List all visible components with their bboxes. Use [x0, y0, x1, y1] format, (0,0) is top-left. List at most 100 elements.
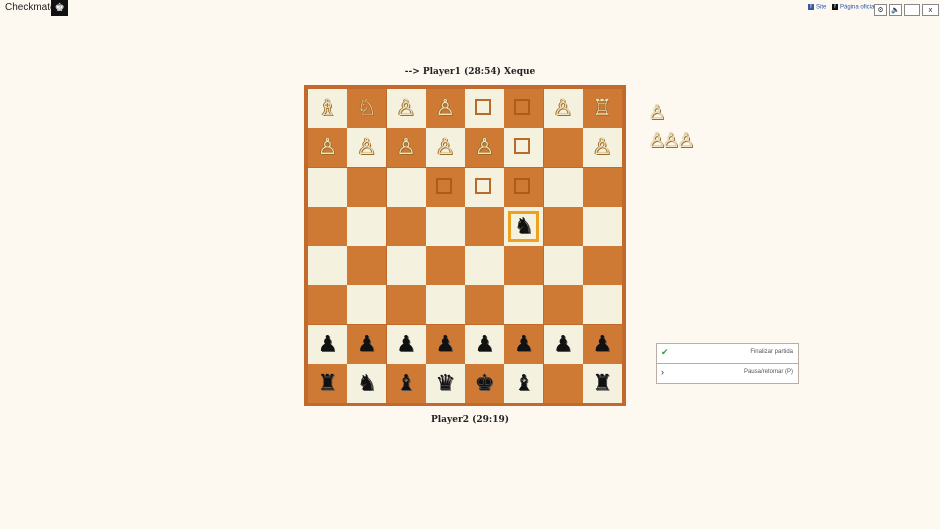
square-f4[interactable] — [504, 246, 544, 285]
square-d4[interactable] — [425, 246, 465, 285]
white-pawn-piece[interactable]: ♙ — [544, 89, 583, 128]
black-rook-piece[interactable]: ♜ — [308, 364, 347, 403]
square-b7[interactable]: ♙ — [347, 128, 387, 168]
square-g6[interactable] — [543, 167, 583, 207]
black-bishop-piece[interactable]: ♝ — [504, 364, 543, 403]
black-rook-piece[interactable]: ♜ — [583, 364, 622, 403]
square-b2[interactable]: ♟ — [347, 324, 387, 364]
square-a1[interactable]: ♜ — [308, 363, 347, 403]
square-d6[interactable] — [425, 167, 465, 207]
square-a4[interactable] — [308, 246, 347, 285]
square-e8[interactable] — [465, 89, 504, 128]
white-pawn-piece[interactable]: ♙ — [308, 128, 347, 167]
square-h8[interactable]: ♖ — [582, 89, 622, 128]
square-g4[interactable] — [543, 246, 583, 285]
square-f3[interactable] — [504, 285, 544, 325]
square-e7[interactable]: ♙ — [465, 128, 504, 168]
black-pawn-piece[interactable]: ♟ — [308, 325, 347, 364]
square-g2[interactable]: ♟ — [543, 324, 583, 364]
square-g7[interactable] — [543, 128, 583, 168]
square-g5[interactable] — [543, 206, 583, 246]
white-pawn-piece[interactable]: ♙ — [583, 128, 622, 167]
square-b4[interactable] — [347, 246, 387, 285]
black-queen-piece[interactable]: ♛ — [426, 364, 465, 403]
site-link[interactable]: f Site — [808, 4, 826, 11]
square-d1[interactable]: ♛ — [425, 363, 465, 403]
white-pawn-piece[interactable]: ♙ — [387, 128, 426, 167]
black-pawn-piece[interactable]: ♟ — [426, 325, 465, 364]
square-h6[interactable] — [582, 167, 622, 207]
finish-game-button[interactable]: ✔ Finalizar partida — [656, 343, 799, 364]
black-pawn-piece[interactable]: ♟ — [583, 325, 622, 364]
black-king-piece[interactable]: ♚ — [465, 364, 504, 403]
square-e1[interactable]: ♚ — [465, 363, 504, 403]
white-pawn-piece[interactable]: ♙ — [347, 128, 386, 167]
square-b3[interactable] — [347, 285, 387, 325]
white-bishop-piece[interactable]: ♗ — [308, 89, 347, 128]
square-h7[interactable]: ♙ — [582, 128, 622, 168]
square-c7[interactable]: ♙ — [386, 128, 426, 168]
square-d7[interactable]: ♙ — [425, 128, 465, 168]
square-h1[interactable]: ♜ — [582, 363, 622, 403]
square-c6[interactable] — [386, 167, 426, 207]
white-pawn-piece[interactable]: ♙ — [426, 89, 465, 128]
square-e2[interactable]: ♟ — [465, 324, 504, 364]
square-a5[interactable] — [308, 206, 347, 246]
square-f1[interactable]: ♝ — [504, 363, 544, 403]
square-a3[interactable] — [308, 285, 347, 325]
fullscreen-button[interactable] — [904, 4, 920, 16]
square-c2[interactable]: ♟ — [386, 324, 426, 364]
white-pawn-piece[interactable]: ♙ — [426, 128, 465, 167]
square-g1[interactable] — [543, 363, 583, 403]
white-knight-piece[interactable]: ♘ — [347, 89, 386, 128]
square-b6[interactable] — [347, 167, 387, 207]
square-f5[interactable]: ♞ — [504, 206, 544, 246]
close-button[interactable]: x — [922, 4, 939, 16]
black-knight-piece[interactable]: ♞ — [504, 207, 543, 246]
square-c1[interactable]: ♝ — [386, 363, 426, 403]
square-b8[interactable]: ♘ — [347, 89, 387, 128]
square-a7[interactable]: ♙ — [308, 128, 347, 168]
square-a6[interactable] — [308, 167, 347, 207]
black-knight-piece[interactable]: ♞ — [347, 364, 386, 403]
square-h4[interactable] — [582, 246, 622, 285]
square-g3[interactable] — [543, 285, 583, 325]
square-g8[interactable]: ♙ — [543, 89, 583, 128]
square-d5[interactable] — [425, 206, 465, 246]
square-d3[interactable] — [425, 285, 465, 325]
square-c3[interactable] — [386, 285, 426, 325]
official-page-link[interactable]: f Página oficial — [832, 4, 876, 11]
square-b5[interactable] — [347, 206, 387, 246]
square-h3[interactable] — [582, 285, 622, 325]
square-f7[interactable] — [504, 128, 544, 168]
white-pawn-piece[interactable]: ♙ — [387, 89, 426, 128]
black-pawn-piece[interactable]: ♟ — [347, 325, 386, 364]
square-e3[interactable] — [465, 285, 504, 325]
white-rook-piece[interactable]: ♖ — [583, 89, 622, 128]
square-a2[interactable]: ♟ — [308, 324, 347, 364]
square-d8[interactable]: ♙ — [425, 89, 465, 128]
square-c8[interactable]: ♙ — [386, 89, 426, 128]
black-bishop-piece[interactable]: ♝ — [387, 364, 426, 403]
square-f8[interactable] — [504, 89, 544, 128]
settings-button[interactable]: ⚙ — [874, 4, 887, 16]
square-e6[interactable] — [465, 167, 504, 207]
square-f6[interactable] — [504, 167, 544, 207]
square-f2[interactable]: ♟ — [504, 324, 544, 364]
square-e4[interactable] — [465, 246, 504, 285]
square-h5[interactable] — [582, 206, 622, 246]
square-c4[interactable] — [386, 246, 426, 285]
square-d2[interactable]: ♟ — [425, 324, 465, 364]
square-e5[interactable] — [465, 206, 504, 246]
square-b1[interactable]: ♞ — [347, 363, 387, 403]
black-pawn-piece[interactable]: ♟ — [504, 325, 543, 364]
black-pawn-piece[interactable]: ♟ — [465, 325, 504, 364]
square-h2[interactable]: ♟ — [582, 324, 622, 364]
square-a8[interactable]: ♗ — [308, 89, 347, 128]
white-pawn-piece[interactable]: ♙ — [465, 128, 504, 167]
black-pawn-piece[interactable]: ♟ — [544, 325, 583, 364]
sound-button[interactable]: 🔈 — [889, 4, 902, 16]
pause-button[interactable]: › Pausa/retomar (P) — [656, 363, 799, 384]
square-c5[interactable] — [386, 206, 426, 246]
black-pawn-piece[interactable]: ♟ — [387, 325, 426, 364]
